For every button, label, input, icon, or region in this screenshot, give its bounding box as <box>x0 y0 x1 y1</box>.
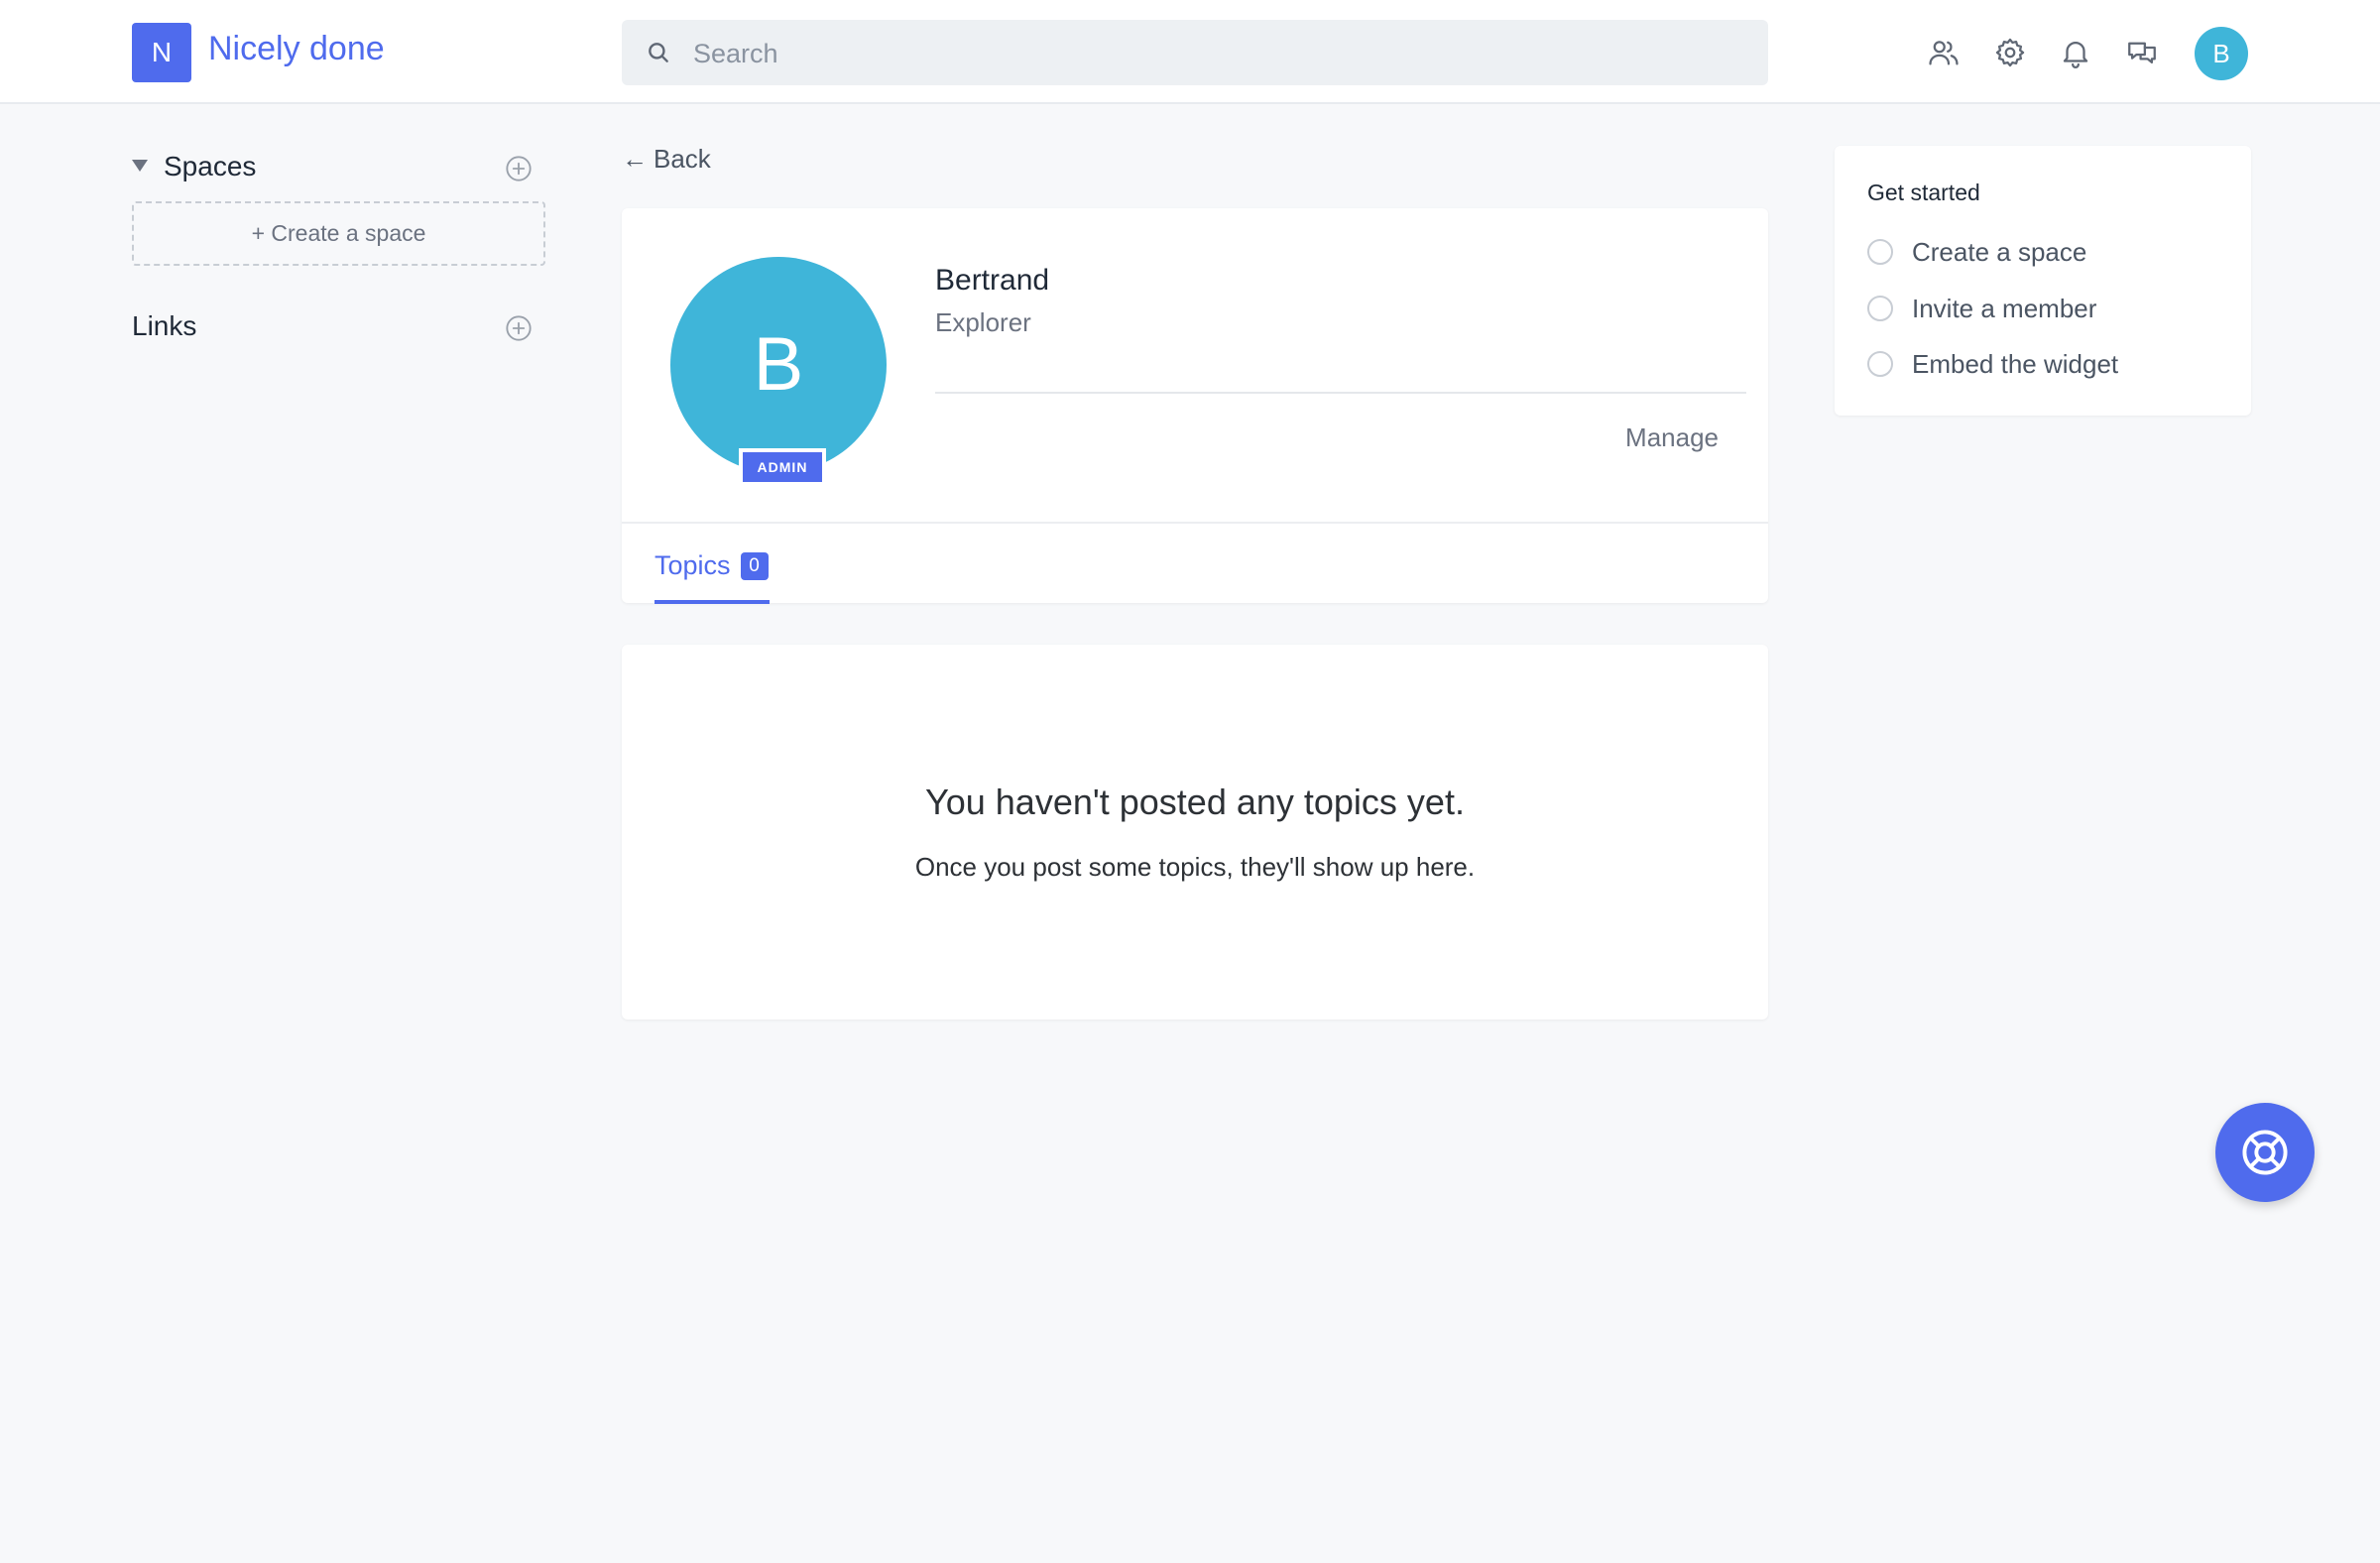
get-started-title: Get started <box>1867 180 1980 205</box>
add-link-icon[interactable] <box>505 314 533 342</box>
brand-name[interactable]: Nicely done <box>208 30 385 68</box>
arrow-left-icon: ← <box>622 144 648 174</box>
radio-circle-icon[interactable] <box>1867 351 1893 377</box>
members-icon[interactable] <box>1927 36 1961 69</box>
checklist-item-label: Invite a member <box>1912 294 2097 323</box>
add-space-icon[interactable] <box>505 155 533 182</box>
radio-circle-icon[interactable] <box>1867 296 1893 321</box>
manage-button[interactable]: Manage <box>1625 422 1719 453</box>
caret-down-icon[interactable] <box>132 160 148 172</box>
divider <box>935 392 1746 394</box>
empty-state-card: You haven't posted any topics yet. Once … <box>622 645 1768 1020</box>
tab-topics[interactable]: Topics 0 <box>654 550 770 604</box>
divider <box>622 522 1768 524</box>
get-started-panel: Get started Create a space Invite a memb… <box>1835 146 2251 416</box>
top-bar: N Nicely done B <box>0 0 2380 104</box>
back-label: Back <box>654 144 711 174</box>
search-box[interactable] <box>622 20 1768 87</box>
search-input[interactable] <box>691 20 1746 87</box>
empty-state-subtitle: Once you post some topics, they'll show … <box>914 852 1476 882</box>
profile-card: B ADMIN Bertrand Explorer Manage Topics 0 <box>622 208 1768 604</box>
profile-role: Explorer <box>935 307 1031 337</box>
tab-label: Topics <box>654 550 731 580</box>
create-space-button[interactable]: + Create a space <box>132 201 545 266</box>
help-button[interactable] <box>2215 1103 2315 1202</box>
user-avatar[interactable]: B <box>2195 27 2248 80</box>
spaces-title[interactable]: Spaces <box>164 151 256 182</box>
radio-circle-icon[interactable] <box>1867 239 1893 265</box>
admin-badge: ADMIN <box>739 448 826 486</box>
checklist-item-label: Embed the widget <box>1912 349 2119 379</box>
checklist-item-label: Create a space <box>1912 237 2087 267</box>
search-icon <box>649 43 668 62</box>
tab-count-badge: 0 <box>740 551 769 580</box>
links-title: Links <box>132 310 197 341</box>
logo[interactable]: N <box>132 23 191 82</box>
spaces-section-header: Spaces <box>132 149 538 188</box>
back-link[interactable]: ← Back <box>622 144 711 175</box>
bell-icon[interactable] <box>2059 36 2092 69</box>
empty-state-title: You haven't posted any topics yet. <box>925 782 1465 822</box>
profile-avatar: B <box>670 257 887 473</box>
chat-icon[interactable] <box>2125 36 2159 69</box>
settings-icon[interactable] <box>1993 36 2027 69</box>
lifebuoy-icon <box>2242 1130 2288 1175</box>
profile-name: Bertrand <box>935 264 1050 297</box>
